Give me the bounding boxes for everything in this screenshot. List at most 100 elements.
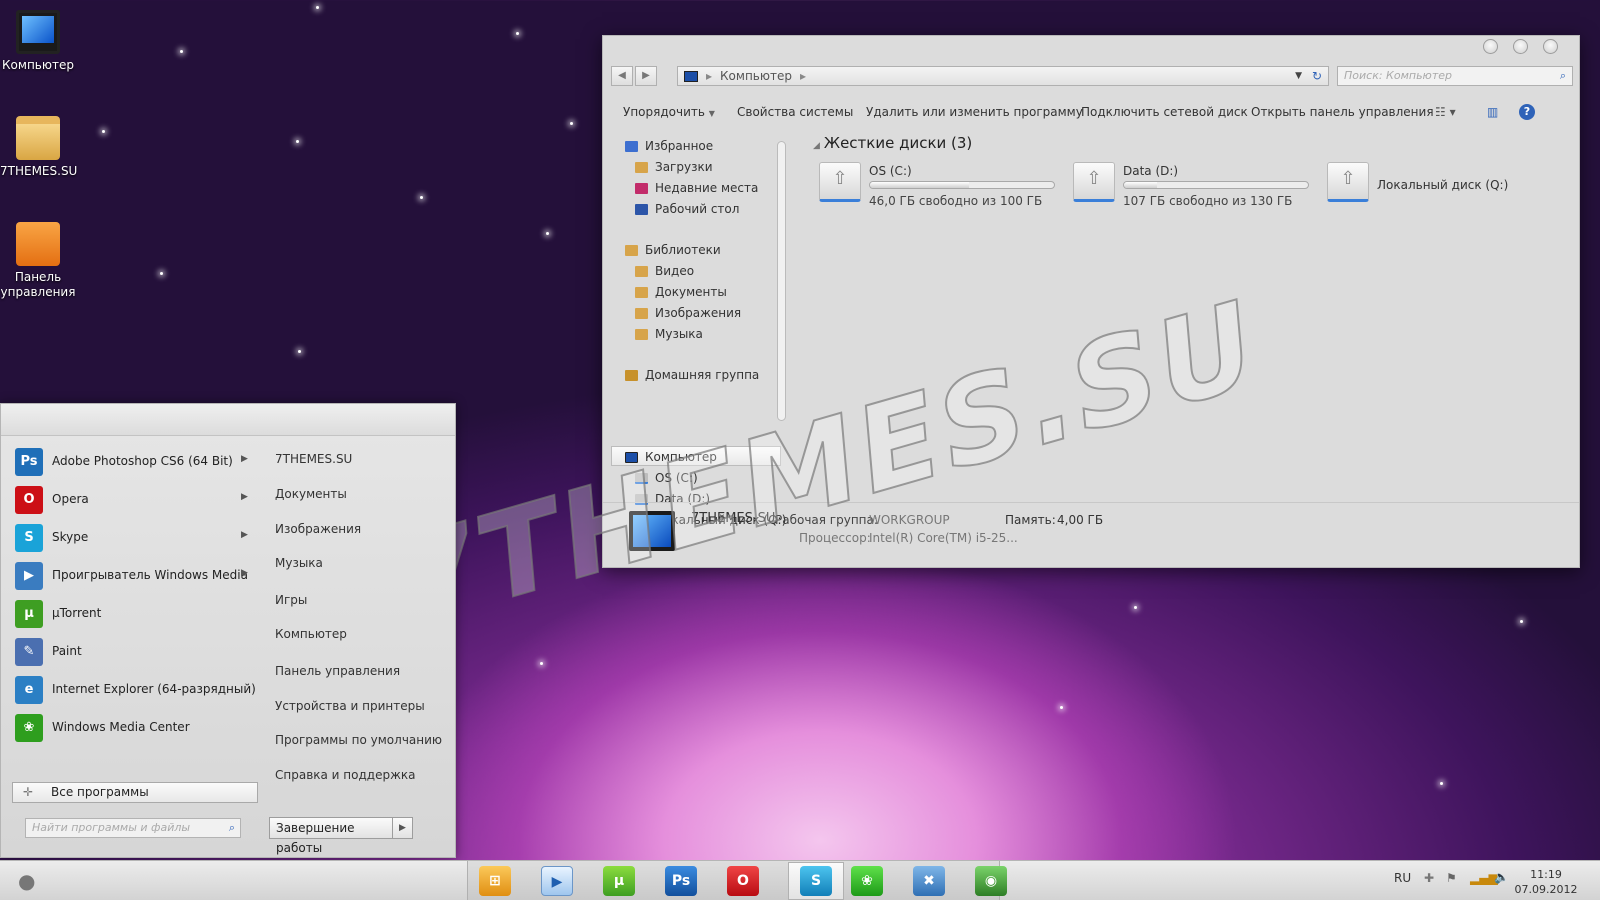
start-program-item[interactable]: µ µTorrent — [13, 598, 253, 630]
star — [546, 232, 549, 235]
address-dropdown-icon[interactable]: ▼ — [1295, 67, 1302, 85]
media-center-task-icon[interactable]: ❀ — [851, 866, 883, 896]
start-menu-link[interactable]: Музыка — [275, 556, 323, 570]
media-player-task-icon[interactable]: ▶ — [541, 866, 573, 896]
open-control-panel-button[interactable]: Открыть панель управления — [1251, 102, 1434, 122]
close-button[interactable] — [1543, 39, 1558, 54]
desktop-icon-computer[interactable]: Компьютер — [0, 10, 76, 73]
globe-task-icon[interactable]: ◉ — [975, 866, 1007, 896]
search-input[interactable]: Поиск: Компьютер ⌕ — [1337, 66, 1573, 86]
start-menu-link[interactable]: Документы — [275, 487, 347, 501]
drive-tile-q[interactable]: ⇧ Локальный диск (Q:) — [1327, 162, 1537, 208]
nav-item-label: Избранное — [645, 139, 714, 153]
search-icon[interactable]: ⌕ — [229, 819, 235, 837]
nav-item-documents[interactable]: Документы — [635, 284, 727, 300]
drive-free-space: 46,0 ГБ свободно из 100 ГБ — [869, 194, 1043, 208]
nav-item-label: Библиотеки — [645, 243, 721, 257]
nav-item-recent[interactable]: Недавние места — [635, 180, 758, 196]
breadcrumb-computer[interactable]: Компьютер — [720, 69, 792, 83]
program-label: Opera — [52, 492, 89, 506]
desktop-icon-control-panel[interactable]: Панель управления — [0, 222, 76, 300]
star — [1520, 620, 1523, 623]
shutdown-button[interactable]: Завершение работы — [269, 817, 393, 855]
all-programs-button[interactable]: ✛ Все программы — [12, 782, 258, 803]
system-properties-button[interactable]: Свойства системы — [737, 102, 853, 122]
back-button[interactable]: ◀ — [611, 66, 633, 86]
drive-free-space: 107 ГБ свободно из 130 ГБ — [1123, 194, 1293, 208]
start-menu-link[interactable]: Компьютер — [275, 627, 347, 641]
start-menu-link[interactable]: Устройства и принтеры — [275, 699, 425, 713]
start-program-item[interactable]: e Internet Explorer (64-разрядный) — [13, 674, 256, 706]
nav-item-favorites[interactable]: Избранное — [625, 138, 713, 154]
tools-task-icon[interactable]: ✖ — [913, 866, 945, 896]
action-center-icon[interactable]: ⚑ — [1446, 871, 1457, 885]
map-network-drive-button[interactable]: Подключить сетевой диск — [1081, 102, 1248, 122]
nav-item-desktop[interactable]: Рабочий стол — [635, 201, 739, 217]
start-menu: Ps Adobe Photoshop CS6 (64 Bit) ▶ O Opera ▶ S S… — [0, 403, 456, 858]
start-program-item[interactable]: ▶ Проигрыватель Windows Media ▶ — [13, 560, 253, 592]
windows-explorer-task-icon[interactable]: ⊞ — [479, 866, 511, 896]
minimize-button[interactable] — [1483, 39, 1498, 54]
nav-item-pictures[interactable]: Изображения — [635, 305, 741, 321]
start-program-item[interactable]: S Skype ▶ — [13, 522, 253, 554]
cpu-value: Intel(R) Core(TM) i5-25... — [869, 531, 1018, 545]
start-menu-link[interactable]: Справка и поддержка — [275, 768, 416, 782]
nav-item-homegroup[interactable]: Домашняя группа — [625, 367, 759, 383]
submenu-arrow-icon[interactable]: ▶ — [241, 568, 248, 578]
nav-item-label: Документы — [655, 285, 727, 299]
submenu-arrow-icon[interactable]: ▶ — [241, 454, 248, 464]
start-program-item[interactable]: Ps Adobe Photoshop CS6 (64 Bit) ▶ — [13, 446, 253, 478]
drive-usage-bar — [869, 181, 1055, 189]
submenu-arrow-icon[interactable]: ▶ — [241, 530, 248, 540]
view-options-icon[interactable]: ☷ ▾ — [1435, 102, 1456, 122]
libraries-icon — [625, 245, 638, 256]
search-icon[interactable]: ⌕ — [1560, 67, 1566, 85]
shutdown-options-button[interactable]: ▶ — [393, 817, 413, 839]
start-program-item[interactable]: ✎ Paint — [13, 636, 253, 668]
start-search-input[interactable]: Найти программы и файлы ⌕ — [25, 818, 241, 838]
utorrent-task-icon[interactable]: µ — [603, 866, 635, 896]
drive-tile-c[interactable]: ⇧ OS (C:) 46,0 ГБ свободно из 100 ГБ — [819, 162, 1059, 208]
start-menu-link[interactable]: Игры — [275, 593, 307, 607]
folder-icon — [16, 116, 60, 160]
submenu-arrow-icon[interactable]: ▶ — [241, 492, 248, 502]
start-menu-link[interactable]: Программы по умолчанию — [275, 733, 442, 747]
start-program-item[interactable]: ❀ Windows Media Center — [13, 712, 253, 744]
preview-pane-icon[interactable]: ▥ — [1487, 102, 1498, 122]
skype-task-icon[interactable]: S — [800, 866, 832, 896]
drive-tile-d[interactable]: ⇧ Data (D:) 107 ГБ свободно из 130 ГБ — [1073, 162, 1313, 208]
start-menu-link[interactable]: Изображения — [275, 522, 361, 536]
refresh-icon[interactable]: ↻ — [1312, 67, 1322, 85]
nav-scrollbar[interactable] — [777, 141, 786, 421]
nav-item-libraries[interactable]: Библиотеки — [625, 242, 721, 258]
star — [1060, 706, 1063, 709]
start-program-item[interactable]: O Opera ▶ — [13, 484, 253, 516]
section-header-hard-drives[interactable]: ◢ Жесткие диски (3) — [813, 134, 972, 152]
start-menu-link[interactable]: 7THEMES.SU — [275, 452, 352, 466]
language-indicator[interactable]: RU — [1394, 871, 1411, 885]
breadcrumb-chevron-icon[interactable]: ▸ — [800, 69, 806, 83]
photoshop-task-icon[interactable]: Ps — [665, 866, 697, 896]
nav-item-music[interactable]: Музыка — [635, 326, 703, 342]
program-label: µTorrent — [52, 606, 102, 620]
tray-expand-icon[interactable]: ✚ — [1424, 871, 1434, 885]
opera-task-icon[interactable]: O — [727, 866, 759, 896]
address-bar[interactable]: ▸ Компьютер ▸ ▼ ↻ — [677, 66, 1329, 86]
chevron-right-icon: ▶ — [399, 823, 406, 833]
nav-item-downloads[interactable]: Загрузки — [635, 159, 713, 175]
forward-button[interactable]: ▶ — [635, 66, 657, 86]
star — [180, 50, 183, 53]
drive-name: Data (D:) — [1123, 164, 1179, 178]
clock[interactable]: 11:19 07.09.2012 — [1506, 867, 1586, 897]
start-menu-link[interactable]: Панель управления — [275, 664, 400, 678]
desktop-icon-label: Панель управления — [0, 270, 76, 299]
maximize-button[interactable] — [1513, 39, 1528, 54]
star — [160, 272, 163, 275]
nav-item-video[interactable]: Видео — [635, 263, 694, 279]
desktop-icon-7themes[interactable]: 7THEMES.SU — [0, 116, 77, 179]
organize-menu[interactable]: Упорядочить ▼ — [623, 102, 715, 124]
apple-start-icon[interactable]: ● — [18, 869, 35, 893]
uninstall-program-button[interactable]: Удалить или изменить программу — [866, 102, 1083, 122]
help-icon[interactable]: ? — [1519, 104, 1535, 120]
recent-places-icon — [635, 183, 648, 194]
